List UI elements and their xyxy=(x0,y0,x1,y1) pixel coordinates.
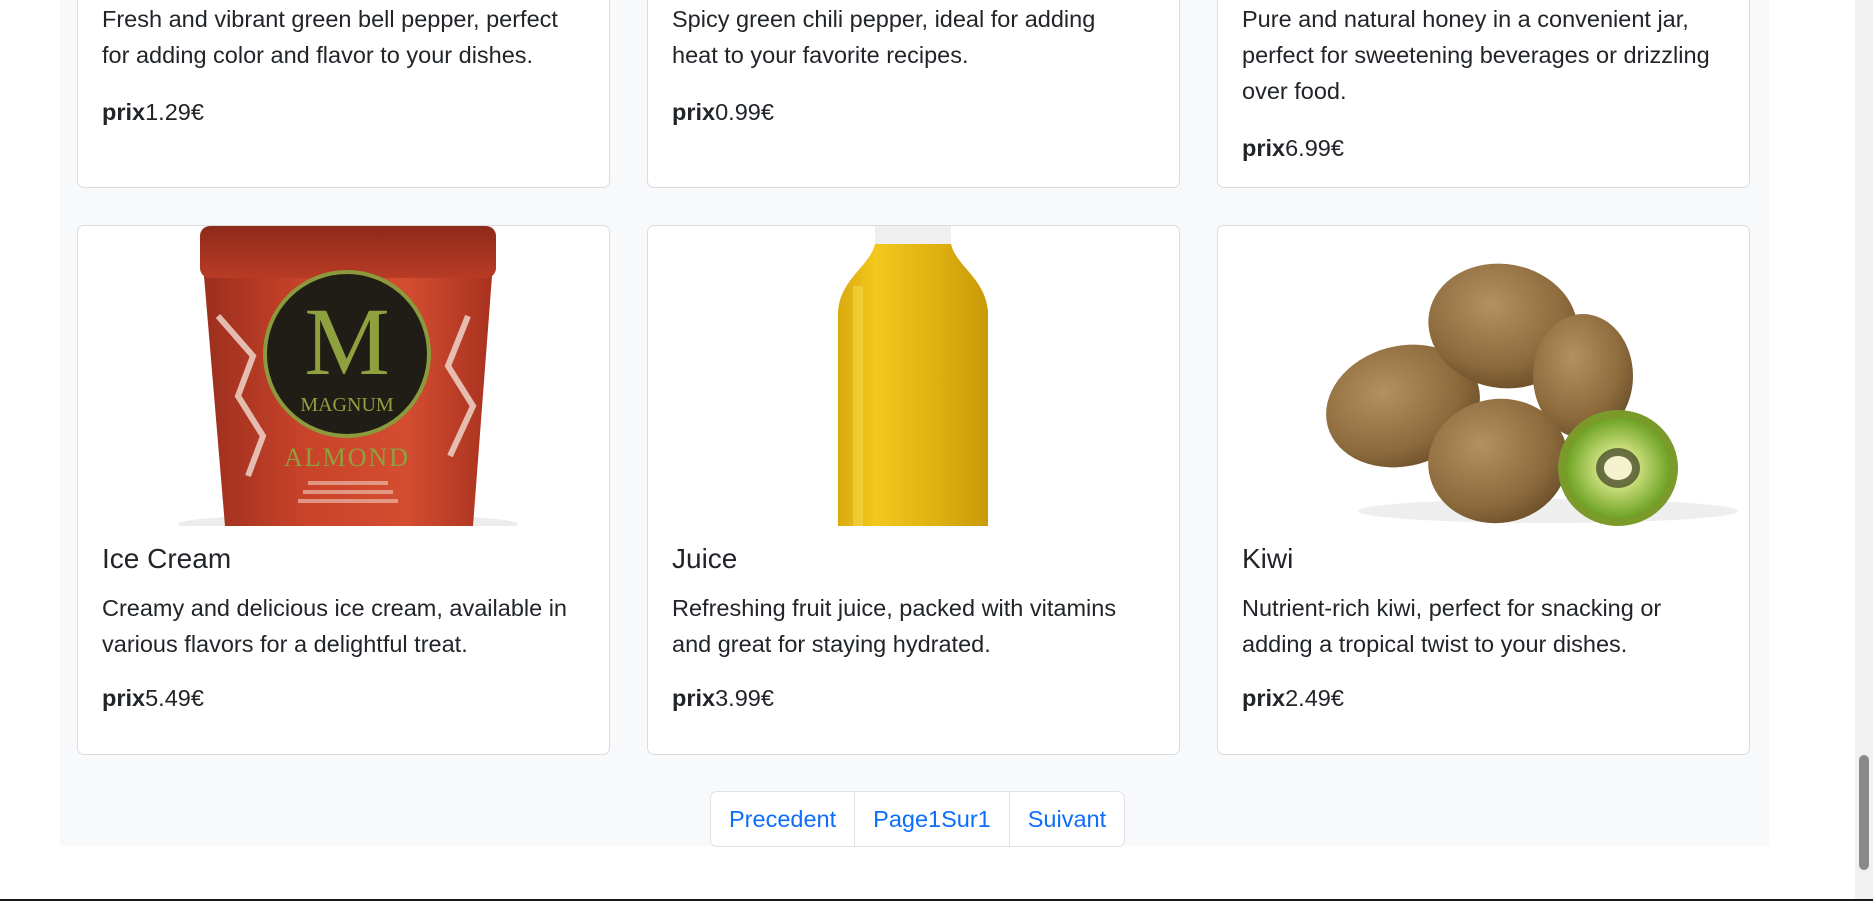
price-label: prix xyxy=(672,99,716,125)
product-card: Kiwi Nutrient-rich kiwi, perfect for sna… xyxy=(1217,225,1750,755)
product-card: M MAGNUM ALMOND Ice Cream Creamy and del… xyxy=(77,225,610,755)
product-price: prix2.49€ xyxy=(1242,683,1725,713)
pagination: Precedent Page1Sur1 Suivant xyxy=(710,791,1126,847)
product-price: prix3.99€ xyxy=(672,683,1155,713)
product-card: Juice Refreshing fruit juice, packed wit… xyxy=(647,225,1180,755)
magnum-m-logo-text: M xyxy=(304,288,389,395)
product-card: Spicy green chili pepper, ideal for addi… xyxy=(647,0,1180,188)
price-label: prix xyxy=(1242,685,1286,711)
product-description: Creamy and delicious ice cream, availabl… xyxy=(102,595,567,657)
product-card: Pure and natural honey in a convenient j… xyxy=(1217,0,1750,188)
product-card: Fresh and vibrant green bell pepper, per… xyxy=(77,0,610,188)
price-label: prix xyxy=(672,685,716,711)
vertical-scrollbar[interactable] xyxy=(1855,0,1873,901)
price-label: prix xyxy=(102,685,146,711)
magnum-brand-text: MAGNUM xyxy=(300,394,394,416)
product-price: prix6.99€ xyxy=(1242,133,1725,163)
product-price: prix5.49€ xyxy=(102,683,585,713)
page: Fresh and vibrant green bell pepper, per… xyxy=(0,0,1873,901)
price-value: 2.49€ xyxy=(1285,685,1344,711)
juice-bottle-image xyxy=(648,226,1179,526)
next-page-button[interactable]: Suivant xyxy=(1010,792,1124,846)
product-description: Refreshing fruit juice, packed with vita… xyxy=(672,595,1117,657)
price-label: prix xyxy=(102,99,146,125)
ice-cream-tub-image: M MAGNUM ALMOND xyxy=(78,226,609,526)
product-price: prix1.29€ xyxy=(102,97,585,127)
product-title: Ice Cream xyxy=(102,543,232,574)
almond-flavor-text: ALMOND xyxy=(284,443,410,472)
price-value: 1.29€ xyxy=(145,99,204,125)
previous-page-button[interactable]: Precedent xyxy=(711,792,856,846)
product-description: Pure and natural honey in a convenient j… xyxy=(1242,6,1710,104)
price-value: 0.99€ xyxy=(715,99,774,125)
kiwi-fruit-image xyxy=(1218,226,1749,526)
current-page-indicator[interactable]: Page1Sur1 xyxy=(855,792,1010,846)
price-value: 5.49€ xyxy=(145,685,204,711)
product-title: Juice xyxy=(672,543,738,574)
product-description: Fresh and vibrant green bell pepper, per… xyxy=(102,6,558,68)
product-description: Nutrient-rich kiwi, perfect for snacking… xyxy=(1242,595,1662,657)
price-value: 6.99€ xyxy=(1285,135,1344,161)
scrollbar-thumb[interactable] xyxy=(1859,755,1869,870)
price-label: prix xyxy=(1242,135,1286,161)
product-description: Spicy green chili pepper, ideal for addi… xyxy=(672,6,1096,68)
product-title: Kiwi xyxy=(1242,543,1294,574)
product-price: prix0.99€ xyxy=(672,97,1155,127)
price-value: 3.99€ xyxy=(715,685,774,711)
